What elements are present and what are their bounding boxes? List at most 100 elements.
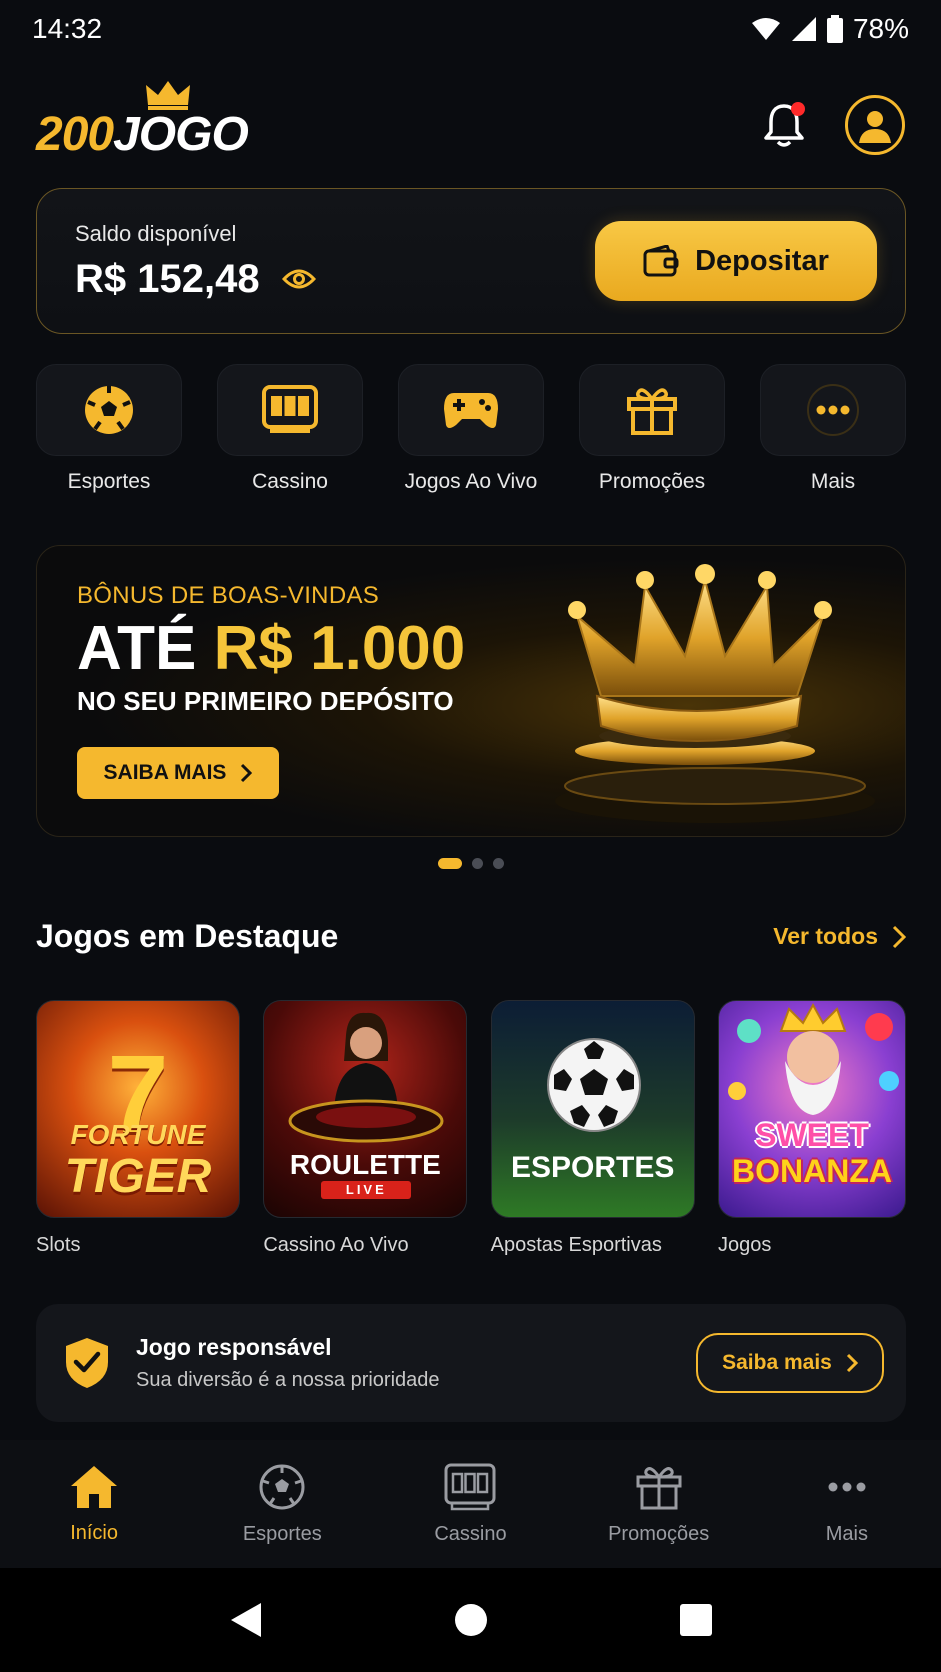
game-thumb-subtitle: BONANZA — [731, 1153, 892, 1189]
category-label: Esportes — [67, 470, 151, 493]
category-label: Jogos Ao Vivo — [404, 470, 538, 493]
responsible-button-label: Saiba mais — [722, 1351, 832, 1374]
brand-logo[interactable]: 200JOGO — [36, 81, 249, 161]
game-card-sports[interactable]: ESPORTES Apostas Esportivas — [490, 1000, 695, 1257]
see-all-label: Ver todos — [773, 923, 878, 949]
game-thumbnail: 7 FORTUNE TIGER — [36, 1000, 240, 1218]
status-indicators: 78% — [751, 13, 909, 45]
game-card-roulette[interactable]: ROULETTE LIVE Cassino Ao Vivo — [263, 1000, 468, 1257]
soccer-ball-icon — [259, 1464, 305, 1509]
category-more[interactable]: Mais — [760, 364, 906, 504]
game-card-fortune-tiger[interactable]: 7 FORTUNE TIGER Slots — [36, 1000, 240, 1257]
nav-item-home[interactable]: Início — [9, 1464, 179, 1545]
nav-item-more[interactable]: Mais — [762, 1463, 932, 1546]
balance-value-row: R$ 152,48 — [75, 257, 316, 302]
game-card-sweet-bonanza[interactable]: SWEET BONANZA Jogos — [717, 1000, 906, 1257]
category-live-games[interactable]: Jogos Ao Vivo — [398, 364, 544, 504]
profile-avatar-button[interactable] — [845, 95, 905, 155]
slot-machine-icon — [444, 1463, 496, 1510]
category-promotions[interactable]: Promoções — [579, 364, 725, 504]
nav-item-sports[interactable]: Esportes — [197, 1463, 367, 1546]
category-label: Promoções — [598, 470, 706, 493]
promo-banner[interactable]: BÔNUS DE BOAS-VINDAS ATÉ R$ 1.000 NO SEU… — [36, 545, 906, 837]
responsible-subtitle: Sua diversão é a nossa prioridade — [136, 1369, 440, 1391]
live-badge: LIVE — [321, 1181, 412, 1199]
live-badge-label: LIVE — [345, 1182, 387, 1197]
carousel-dot[interactable] — [492, 858, 504, 869]
balance-info: Saldo disponível R$ 152,48 — [75, 221, 316, 302]
back-icon[interactable] — [229, 1601, 263, 1639]
status-bar: 14:32 78% — [0, 0, 941, 58]
battery-icon — [826, 15, 843, 43]
gift-icon — [636, 1466, 682, 1509]
banner-subtitle: BÔNUS DE BOAS-VINDAS — [77, 582, 380, 609]
eye-icon[interactable] — [281, 267, 316, 291]
logo-number: 200 — [36, 108, 114, 161]
balance-label: Saldo disponível — [75, 220, 237, 246]
banner-learn-more-button[interactable]: SAIBA MAIS — [77, 747, 279, 799]
featured-section-header: Jogos em Destaque Ver todos — [36, 918, 906, 955]
responsible-learn-more-button[interactable]: Saiba mais — [696, 1333, 884, 1393]
category-icon-box — [36, 364, 182, 456]
app-header: 200JOGO — [0, 70, 941, 180]
recents-icon[interactable] — [679, 1603, 713, 1637]
responsible-gaming-card: Jogo responsável Sua diversão é a nossa … — [36, 1304, 906, 1422]
game-thumbnail: ESPORTES — [490, 1000, 695, 1218]
banner-title-white: ATÉ — [77, 614, 197, 683]
game-thumb-subtitle: TIGER — [64, 1150, 212, 1203]
cell-signal-icon — [791, 17, 816, 41]
category-label: Cassino — [252, 470, 328, 493]
nav-label: Início — [70, 1521, 118, 1544]
nav-label: Cassino — [434, 1522, 507, 1545]
category-icon-box — [398, 364, 544, 456]
crown-icon — [146, 81, 190, 110]
game-thumb-title: ESPORTES — [510, 1151, 675, 1184]
carousel-dot-active[interactable] — [437, 858, 462, 869]
game-thumbnail: ROULETTE LIVE — [263, 1000, 468, 1218]
game-thumb-title: FORTUNE — [70, 1119, 206, 1150]
banner-title: ATÉ R$ 1.000 — [77, 618, 465, 680]
logo-word: JOGO — [113, 108, 249, 161]
slot-machine-icon — [262, 385, 318, 433]
category-casino[interactable]: Cassino — [217, 364, 363, 504]
nav-label: Promoções — [608, 1522, 710, 1545]
balance-amount: R$ 152,48 — [75, 256, 260, 301]
banner-description: NO SEU PRIMEIRO DEPÓSITO — [77, 686, 454, 716]
more-dots-icon — [828, 1482, 866, 1491]
featured-games-list: 7 FORTUNE TIGER Slots ROULETTE LIVE Cass… — [36, 1000, 906, 1257]
chevron-right-icon — [846, 1353, 858, 1373]
see-all-link[interactable]: Ver todos — [773, 923, 906, 950]
status-time: 14:32 — [32, 13, 103, 44]
nav-item-promotions[interactable]: Promoções — [574, 1463, 744, 1546]
notifications-button[interactable] — [761, 100, 807, 150]
deposit-button[interactable]: Depositar — [595, 221, 877, 301]
nav-label: Mais — [825, 1522, 868, 1545]
gamepad-icon — [444, 393, 498, 428]
deposit-label: Depositar — [695, 244, 829, 277]
home-circle-icon[interactable] — [453, 1602, 489, 1638]
more-dots-icon — [807, 384, 859, 436]
notification-badge — [791, 102, 805, 116]
carousel-dot[interactable] — [471, 858, 483, 869]
banner-title-amount: R$ 1.000 — [213, 614, 466, 683]
responsible-title: Jogo responsável — [136, 1334, 332, 1360]
home-icon — [71, 1465, 118, 1508]
balance-card: Saldo disponível R$ 152,48 Depositar — [36, 188, 906, 334]
banner-button-label: SAIBA MAIS — [103, 761, 227, 784]
bottom-navigation: Início Esportes Cassino Promoções Mais — [0, 1440, 941, 1568]
category-sports[interactable]: Esportes — [36, 364, 182, 504]
responsible-text: Jogo responsável Sua diversão é a nossa … — [136, 1334, 696, 1392]
crown-illustration — [555, 564, 875, 823]
nav-item-casino[interactable]: Cassino — [385, 1463, 555, 1546]
category-label: Mais — [810, 470, 856, 493]
chevron-right-icon — [241, 763, 253, 783]
game-thumbnail: SWEET BONANZA — [717, 1000, 906, 1218]
chevron-right-icon — [892, 925, 906, 948]
soccer-ball-icon — [546, 1038, 641, 1132]
game-label: Cassino Ao Vivo — [263, 1234, 409, 1256]
game-label: Jogos — [717, 1234, 772, 1256]
soccer-ball-icon — [85, 386, 133, 434]
nav-label: Esportes — [242, 1522, 322, 1545]
game-label: Apostas Esportivas — [490, 1234, 662, 1256]
game-label: Slots — [36, 1234, 81, 1256]
